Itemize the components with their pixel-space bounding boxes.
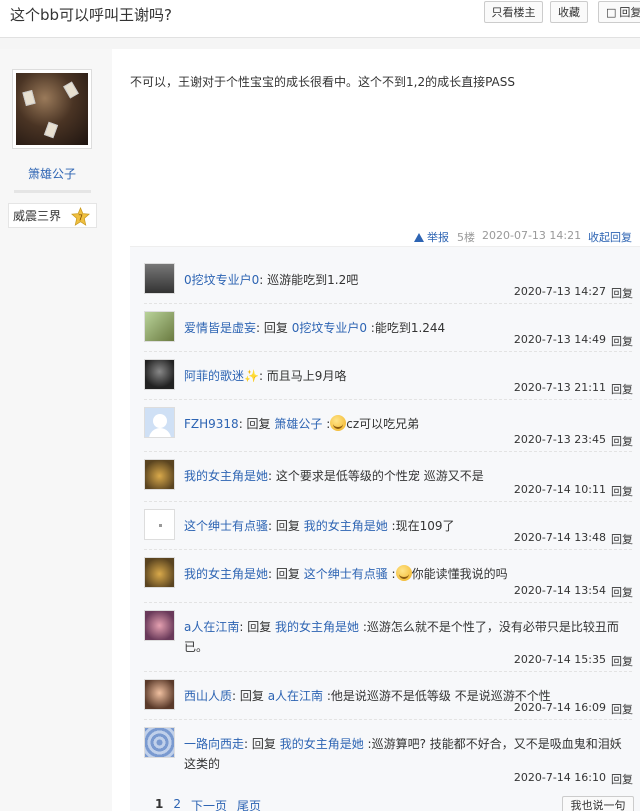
reply-time: 2020-7-13 21:11 xyxy=(513,381,606,394)
reply-thread: 0挖坟专业户0: 巡游能吃到1.2吧 2020-7-13 14:27 回复 爱情… xyxy=(130,246,640,811)
author-avatar[interactable] xyxy=(12,69,92,149)
reply-time: 2020-7-14 15:35 xyxy=(513,653,606,666)
favorite-button[interactable]: 收藏 xyxy=(550,1,588,23)
reply-text: 一路向西走: 回复 我的女主角是她 :巡游算吧? 技能都不好合，又不是吸血鬼和泪… xyxy=(184,734,632,774)
reply-time: 2020-7-14 13:48 xyxy=(513,531,606,544)
reply-separator xyxy=(144,399,632,400)
reply-reply-link[interactable]: 回复 xyxy=(611,285,633,301)
reply-prefix: : 回复 xyxy=(244,737,280,751)
reply-reply-link[interactable]: 回复 xyxy=(611,771,633,787)
rank-badge-box[interactable]: 威震三界 7 xyxy=(8,203,97,228)
level-progress-bar xyxy=(14,190,91,193)
reply-prefix: : 回复 xyxy=(238,417,275,431)
pagination: 1 2 下一页 尾页 xyxy=(155,797,261,811)
reply-to-link[interactable]: 我的女主角是她 xyxy=(280,737,364,751)
reply-reply-link[interactable]: 回复 xyxy=(611,531,633,547)
floor-number: 5楼 xyxy=(457,231,475,244)
reply-to-link[interactable]: 这个绅士有点骚 xyxy=(304,567,388,581)
reply-reply-link[interactable]: 回复 xyxy=(611,653,633,669)
author-sidebar: 箫雄公子 威震三界 7 xyxy=(0,49,112,811)
rank-label: 威震三界 xyxy=(13,209,62,223)
reply-prefix: : 回复 xyxy=(268,567,304,581)
reply-separator xyxy=(144,303,632,304)
reply-text: FZH9318: 回复 箫雄公子 : cz可以吃兄弟 xyxy=(184,415,420,431)
page-2-link[interactable]: 2 xyxy=(173,797,181,811)
report-label: 举报 xyxy=(427,231,449,244)
reply-separator xyxy=(144,602,632,603)
reply-separator xyxy=(144,451,632,452)
reply-time: 2020-7-13 14:49 xyxy=(513,333,606,346)
reply-reply-link[interactable]: 回复 xyxy=(611,333,633,349)
reply-text: 我的女主角是她: 回复 这个绅士有点骚 : 你能读懂我说的吗 xyxy=(184,565,508,581)
header-divider xyxy=(0,38,640,49)
reply-to-link[interactable]: 箫雄公子 xyxy=(274,417,322,431)
post-content: 不可以，王谢对于个性宝宝的成长很看中。这个不到1,2的成长直接PASS xyxy=(130,75,515,89)
reply-time: 2020-7-14 10:11 xyxy=(513,483,606,496)
reply-user-link[interactable]: a人在江南 xyxy=(184,620,239,634)
reply-button[interactable]: □ 回复 xyxy=(598,1,640,23)
thread-header: 这个bb可以呼叫王谢吗? 只看楼主 收藏 □ 回复 xyxy=(0,0,640,38)
reply-separator xyxy=(144,671,632,672)
level-star-icon: 7 xyxy=(71,207,90,226)
page-current: 1 xyxy=(155,797,164,811)
reply-time: 2020-7-14 16:10 xyxy=(513,771,606,784)
reply-to-link[interactable]: 我的女主角是她 xyxy=(275,620,359,634)
only-op-button[interactable]: 只看楼主 xyxy=(484,1,543,23)
reply-reply-link[interactable]: 回复 xyxy=(611,483,633,499)
reply-reply-link[interactable]: 回复 xyxy=(611,584,633,600)
report-link[interactable]: 举报 xyxy=(414,229,449,245)
reply-text: a人在江南: 回复 我的女主角是她 :巡游怎么就不是个性了，没有必带只是比较丑而… xyxy=(184,617,632,657)
reply-user-link[interactable]: 我的女主角是她 xyxy=(184,469,268,483)
reply-time: 2020-7-13 23:45 xyxy=(513,433,606,446)
reply-body: cz可以吃兄弟 xyxy=(346,417,420,431)
reply-user-link[interactable]: 一路向西走 xyxy=(184,737,244,751)
author-name-link[interactable]: 箫雄公子 xyxy=(0,165,104,182)
reply-separator xyxy=(144,501,632,502)
comment-icon: □ xyxy=(606,5,617,19)
reply-time: 2020-7-14 13:54 xyxy=(513,584,606,597)
reply-avatar[interactable] xyxy=(144,727,175,758)
last-page-link[interactable]: 尾页 xyxy=(237,797,261,811)
reply-reply-link[interactable]: 回复 xyxy=(611,701,633,717)
reply-prefix: : 回复 xyxy=(239,620,276,634)
grin-emoji-icon xyxy=(395,565,412,581)
reply-avatar[interactable] xyxy=(144,610,175,641)
post-time: 2020-07-13 14:21 xyxy=(482,229,582,242)
thread-title: 这个bb可以呼叫王谢吗? xyxy=(10,6,173,24)
reply-separator xyxy=(144,351,632,352)
avatar-image xyxy=(16,73,88,145)
reply-body: 你能读懂我说的吗 xyxy=(411,567,508,581)
reply-reply-link[interactable]: 回复 xyxy=(611,381,633,397)
smile-emoji-icon xyxy=(330,415,347,431)
reply-user-link[interactable]: FZH9318 xyxy=(184,417,239,431)
reply-button-label: 回复 xyxy=(619,6,640,19)
reply-separator xyxy=(144,719,632,720)
reply-reply-link[interactable]: 回复 xyxy=(611,433,633,449)
reply-time: 2020-7-14 16:09 xyxy=(513,701,606,714)
rank-level: 7 xyxy=(78,213,83,222)
reply-separator xyxy=(144,549,632,550)
reply-body: : 这个要求是低等级的个性宠 巡游又不是 xyxy=(268,469,484,483)
reply-time: 2020-7-13 14:27 xyxy=(513,285,606,298)
warning-icon xyxy=(414,232,424,242)
collapse-replies-link[interactable]: 收起回复 xyxy=(588,229,632,245)
add-comment-button[interactable]: 我也说一句 xyxy=(562,796,634,811)
next-page-link[interactable]: 下一页 xyxy=(191,797,227,811)
reply-user-link[interactable]: 我的女主角是她 xyxy=(184,567,268,581)
